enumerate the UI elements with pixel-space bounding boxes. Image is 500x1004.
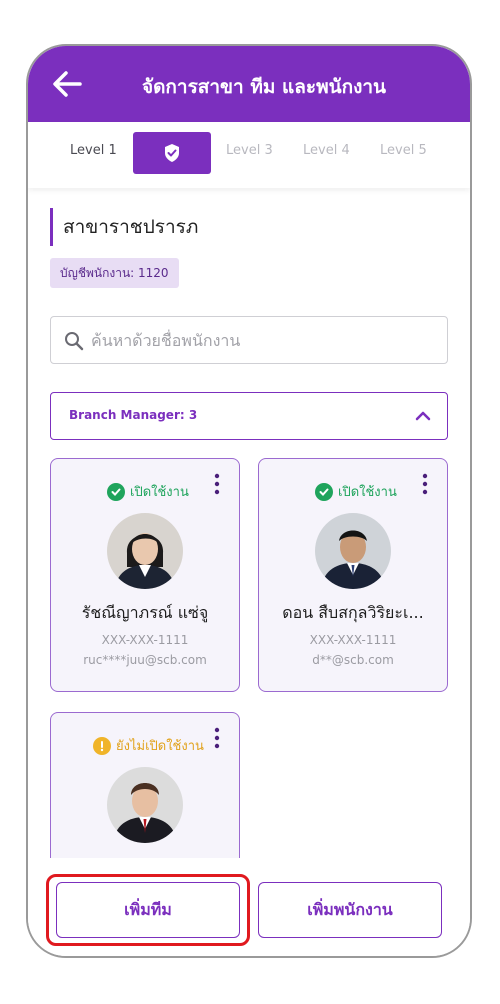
app-header: จัดการสาขา ทีม และพนักงาน bbox=[28, 46, 470, 122]
employee-card[interactable]: เปิดใช้งาน รัชณีญาภรณ์ แซ่จู XXX-XXX-111… bbox=[50, 458, 240, 692]
employee-name: ดอน สืบสกุลวิริยะเ... bbox=[282, 603, 424, 622]
status-badge: ยังไม่เปิดใช้งาน bbox=[93, 735, 204, 756]
search-icon bbox=[65, 332, 84, 351]
search-box bbox=[50, 316, 448, 364]
status-badge: เปิดใช้งาน bbox=[107, 481, 189, 502]
add-team-button[interactable]: เพิ่มทีม bbox=[56, 882, 240, 938]
employee-phone: XXX-XXX-1111 bbox=[309, 633, 397, 647]
employee-email: d**@scb.com bbox=[312, 653, 394, 667]
employee-email: ruc****juu@scb.com bbox=[83, 653, 207, 667]
warning-circle-icon bbox=[93, 736, 111, 755]
more-options-icon[interactable] bbox=[211, 473, 223, 495]
employee-phone: XXX-XXX-1111 bbox=[101, 633, 189, 647]
group-label: Branch Manager: 3 bbox=[69, 408, 198, 422]
action-bar: เพิ่มทีม เพิ่มพนักงาน bbox=[28, 858, 470, 956]
branch-name: สาขาราชปรารภ bbox=[50, 208, 198, 246]
shield-check-icon bbox=[165, 144, 179, 162]
tab-level-5[interactable]: Level 5 bbox=[380, 143, 427, 158]
status-badge: เปิดใช้งาน bbox=[315, 481, 397, 502]
avatar bbox=[107, 513, 183, 589]
more-options-icon[interactable] bbox=[419, 473, 431, 495]
status-text: เปิดใช้งาน bbox=[338, 485, 397, 500]
search-input[interactable] bbox=[91, 323, 431, 357]
avatar bbox=[107, 767, 183, 843]
tab-level-2[interactable] bbox=[133, 132, 211, 174]
employee-name: รัชณีญาภรณ์ แซ่จู bbox=[81, 603, 209, 622]
level-stepper: Level 1 Level 3 Level 4 Level 5 bbox=[28, 122, 470, 188]
employee-card[interactable]: เปิดใช้งาน ดอน สืบสกุลวิริยะเ... XXX-XXX… bbox=[258, 458, 448, 692]
add-employee-button[interactable]: เพิ่มพนักงาน bbox=[258, 882, 442, 938]
phone-frame: จัดการสาขา ทีม และพนักงาน Level 1 Level … bbox=[26, 44, 472, 958]
more-options-icon[interactable] bbox=[211, 727, 223, 749]
avatar bbox=[315, 513, 391, 589]
tab-level-3[interactable]: Level 3 bbox=[226, 143, 273, 158]
chevron-up-icon bbox=[415, 411, 431, 421]
page-title: จัดการสาขา ทีม และพนักงาน bbox=[141, 76, 387, 98]
status-text: เปิดใช้งาน bbox=[130, 485, 189, 500]
check-circle-icon bbox=[315, 482, 333, 501]
check-circle-icon bbox=[107, 482, 125, 501]
tab-level-4[interactable]: Level 4 bbox=[303, 143, 350, 158]
branch-manager-group-toggle[interactable]: Branch Manager: 3 bbox=[50, 392, 448, 440]
tab-level-1[interactable]: Level 1 bbox=[70, 143, 117, 158]
account-count-badge: บัญชีพนักงาน: 1120 bbox=[50, 258, 179, 288]
status-text: ยังไม่เปิดใช้งาน bbox=[116, 739, 204, 754]
